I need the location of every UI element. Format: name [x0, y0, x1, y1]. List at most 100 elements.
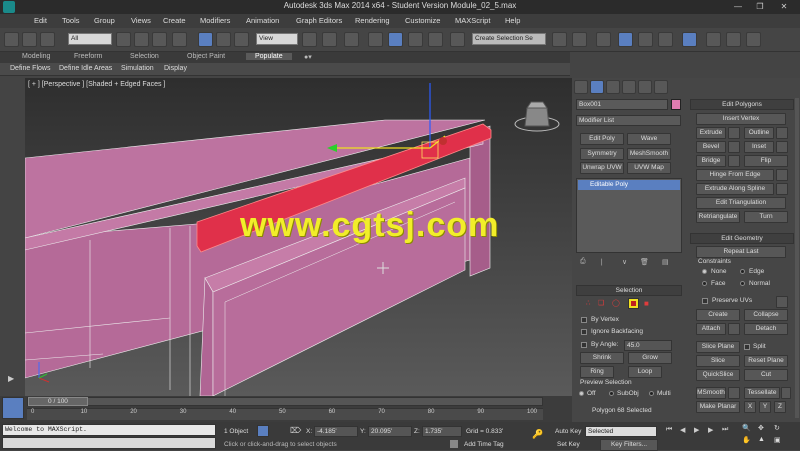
- define-idle-areas-button[interactable]: Define Idle Areas: [59, 65, 112, 72]
- curve-editor-icon[interactable]: [638, 32, 653, 47]
- menu-tools[interactable]: Tools: [62, 16, 80, 25]
- menu-animation[interactable]: Animation: [246, 16, 279, 25]
- repeat-last-button[interactable]: Repeat Last: [696, 246, 786, 258]
- insert-vertex-button[interactable]: Insert Vertex: [696, 113, 786, 125]
- mirror-icon[interactable]: [552, 32, 567, 47]
- edit-poly-button[interactable]: Edit Poly: [580, 133, 624, 145]
- utilities-tab-icon[interactable]: [654, 80, 668, 94]
- constraint-normal-radio[interactable]: [740, 281, 745, 286]
- extrude-settings-icon[interactable]: [728, 127, 740, 139]
- grow-button[interactable]: Grow: [628, 352, 672, 364]
- time-slider-thumb[interactable]: 0 / 100: [28, 397, 88, 406]
- maxscript-listener[interactable]: Welcome to MAXScript.: [2, 424, 216, 436]
- next-frame-icon[interactable]: ▶: [708, 426, 713, 434]
- slice-plane-button[interactable]: Slice Plane: [696, 341, 740, 353]
- auto-key-button[interactable]: Auto Key: [555, 428, 581, 435]
- extrude-along-spline-button[interactable]: Extrude Along Spline: [696, 183, 774, 195]
- by-angle-spinner[interactable]: 45.0: [624, 340, 672, 351]
- tab-selection[interactable]: Selection: [130, 53, 159, 60]
- preserve-uvs-checkbox[interactable]: [702, 298, 708, 304]
- attach-button[interactable]: Attach: [696, 323, 726, 335]
- expand-icon[interactable]: ▶: [8, 374, 14, 383]
- menu-group[interactable]: Group: [94, 16, 115, 25]
- inset-settings-icon[interactable]: [776, 141, 788, 153]
- add-time-tag[interactable]: Add Time Tag: [464, 441, 504, 448]
- minimize-icon[interactable]: —: [730, 1, 746, 13]
- collapse-button[interactable]: Collapse: [744, 309, 788, 321]
- hinge-settings-icon[interactable]: [776, 169, 788, 181]
- turn-button[interactable]: Turn: [744, 211, 788, 223]
- play-icon[interactable]: ▶: [694, 426, 699, 434]
- symmetry-button[interactable]: Symmetry: [580, 148, 624, 160]
- make-planar-x-button[interactable]: X: [744, 401, 756, 413]
- window-crossing-icon[interactable]: [172, 32, 187, 47]
- undo-icon[interactable]: [4, 32, 19, 47]
- quickslice-button[interactable]: QuickSlice: [696, 369, 740, 381]
- graphite-toggle-icon[interactable]: [618, 32, 633, 47]
- attach-settings-icon[interactable]: [728, 323, 740, 335]
- ribbon-options-icon[interactable]: ●▾: [304, 53, 312, 61]
- create-tab-icon[interactable]: [574, 80, 588, 94]
- make-planar-button[interactable]: Make Planar: [696, 401, 740, 413]
- menu-help[interactable]: Help: [505, 16, 520, 25]
- zoom-icon[interactable]: 🔍: [742, 424, 751, 432]
- hierarchy-tab-icon[interactable]: [606, 80, 620, 94]
- shrink-button[interactable]: Shrink: [580, 352, 624, 364]
- define-flows-button[interactable]: Define Flows: [10, 65, 50, 72]
- named-selection-dropdown[interactable]: Create Selection Se: [472, 33, 546, 45]
- bridge-button[interactable]: Bridge: [696, 155, 726, 167]
- msmooth-settings-icon[interactable]: [728, 387, 740, 399]
- extrude-spline-settings-icon[interactable]: [776, 183, 788, 195]
- restore-icon[interactable]: ❐: [752, 1, 768, 13]
- menu-graph-editors[interactable]: Graph Editors: [296, 16, 342, 25]
- wave-button[interactable]: Wave: [627, 133, 671, 145]
- polygon-mode-icon[interactable]: [628, 298, 639, 309]
- pin-stack-icon[interactable]: ⎙: [580, 258, 586, 266]
- rendered-frame-icon[interactable]: [726, 32, 741, 47]
- spinner-snap-icon[interactable]: [428, 32, 443, 47]
- rect-selection-icon[interactable]: [152, 32, 167, 47]
- go-to-start-icon[interactable]: ⏮: [666, 426, 672, 434]
- selection-filter-dropdown[interactable]: All: [68, 33, 112, 45]
- menu-edit[interactable]: Edit: [34, 16, 47, 25]
- snaps-toggle-icon[interactable]: [368, 32, 383, 47]
- tab-populate[interactable]: Populate: [246, 53, 292, 60]
- percent-snap-icon[interactable]: [408, 32, 423, 47]
- select-by-name-icon[interactable]: [134, 32, 149, 47]
- uvw-map-button[interactable]: UVW Map: [627, 162, 671, 174]
- stack-item-editable-poly[interactable]: Editable Poly: [578, 180, 680, 190]
- ref-coord-dropdown[interactable]: View: [256, 33, 298, 45]
- time-tag-icon[interactable]: [450, 440, 458, 448]
- pan-icon[interactable]: ✋: [742, 436, 751, 444]
- object-color-swatch[interactable]: [671, 99, 681, 110]
- angle-snap-icon[interactable]: [388, 32, 403, 47]
- border-mode-icon[interactable]: ◯: [612, 299, 620, 307]
- viewport-label[interactable]: [ + ] [Perspective ] [Shaded + Edged Fac…: [28, 81, 165, 88]
- selection-lock-icon[interactable]: [257, 425, 269, 437]
- selection-set-dropdown[interactable]: Selected: [585, 426, 657, 437]
- menu-create[interactable]: Create: [163, 16, 186, 25]
- menu-maxscript[interactable]: MAXScript: [455, 16, 490, 25]
- unwrap-uvw-button[interactable]: Unwrap UVW: [580, 162, 624, 174]
- constraint-edge-radio[interactable]: [740, 269, 745, 274]
- field-of-view-icon[interactable]: ▲: [758, 436, 765, 443]
- unlink-icon[interactable]: [40, 32, 55, 47]
- preview-multi-radio[interactable]: [649, 391, 654, 396]
- zoom-all-icon[interactable]: ✥: [758, 424, 764, 432]
- bridge-settings-icon[interactable]: [728, 155, 740, 167]
- link-icon[interactable]: [22, 32, 37, 47]
- slice-button[interactable]: Slice: [696, 355, 740, 367]
- layer-manager-icon[interactable]: [596, 32, 611, 47]
- preview-off-radio[interactable]: [579, 391, 584, 396]
- msmooth-button[interactable]: MSmooth: [696, 387, 726, 399]
- go-to-end-icon[interactable]: ⏭: [722, 426, 728, 434]
- material-editor-icon[interactable]: [682, 32, 697, 47]
- orbit-icon[interactable]: ↻: [774, 424, 780, 432]
- schematic-view-icon[interactable]: [658, 32, 673, 47]
- ring-button[interactable]: Ring: [580, 366, 614, 378]
- configure-sets-icon[interactable]: ▤: [662, 258, 669, 266]
- select-object-icon[interactable]: [116, 32, 131, 47]
- edit-polygons-header[interactable]: Edit Polygons: [690, 99, 794, 110]
- flip-button[interactable]: Flip: [744, 155, 788, 167]
- menu-rendering[interactable]: Rendering: [355, 16, 390, 25]
